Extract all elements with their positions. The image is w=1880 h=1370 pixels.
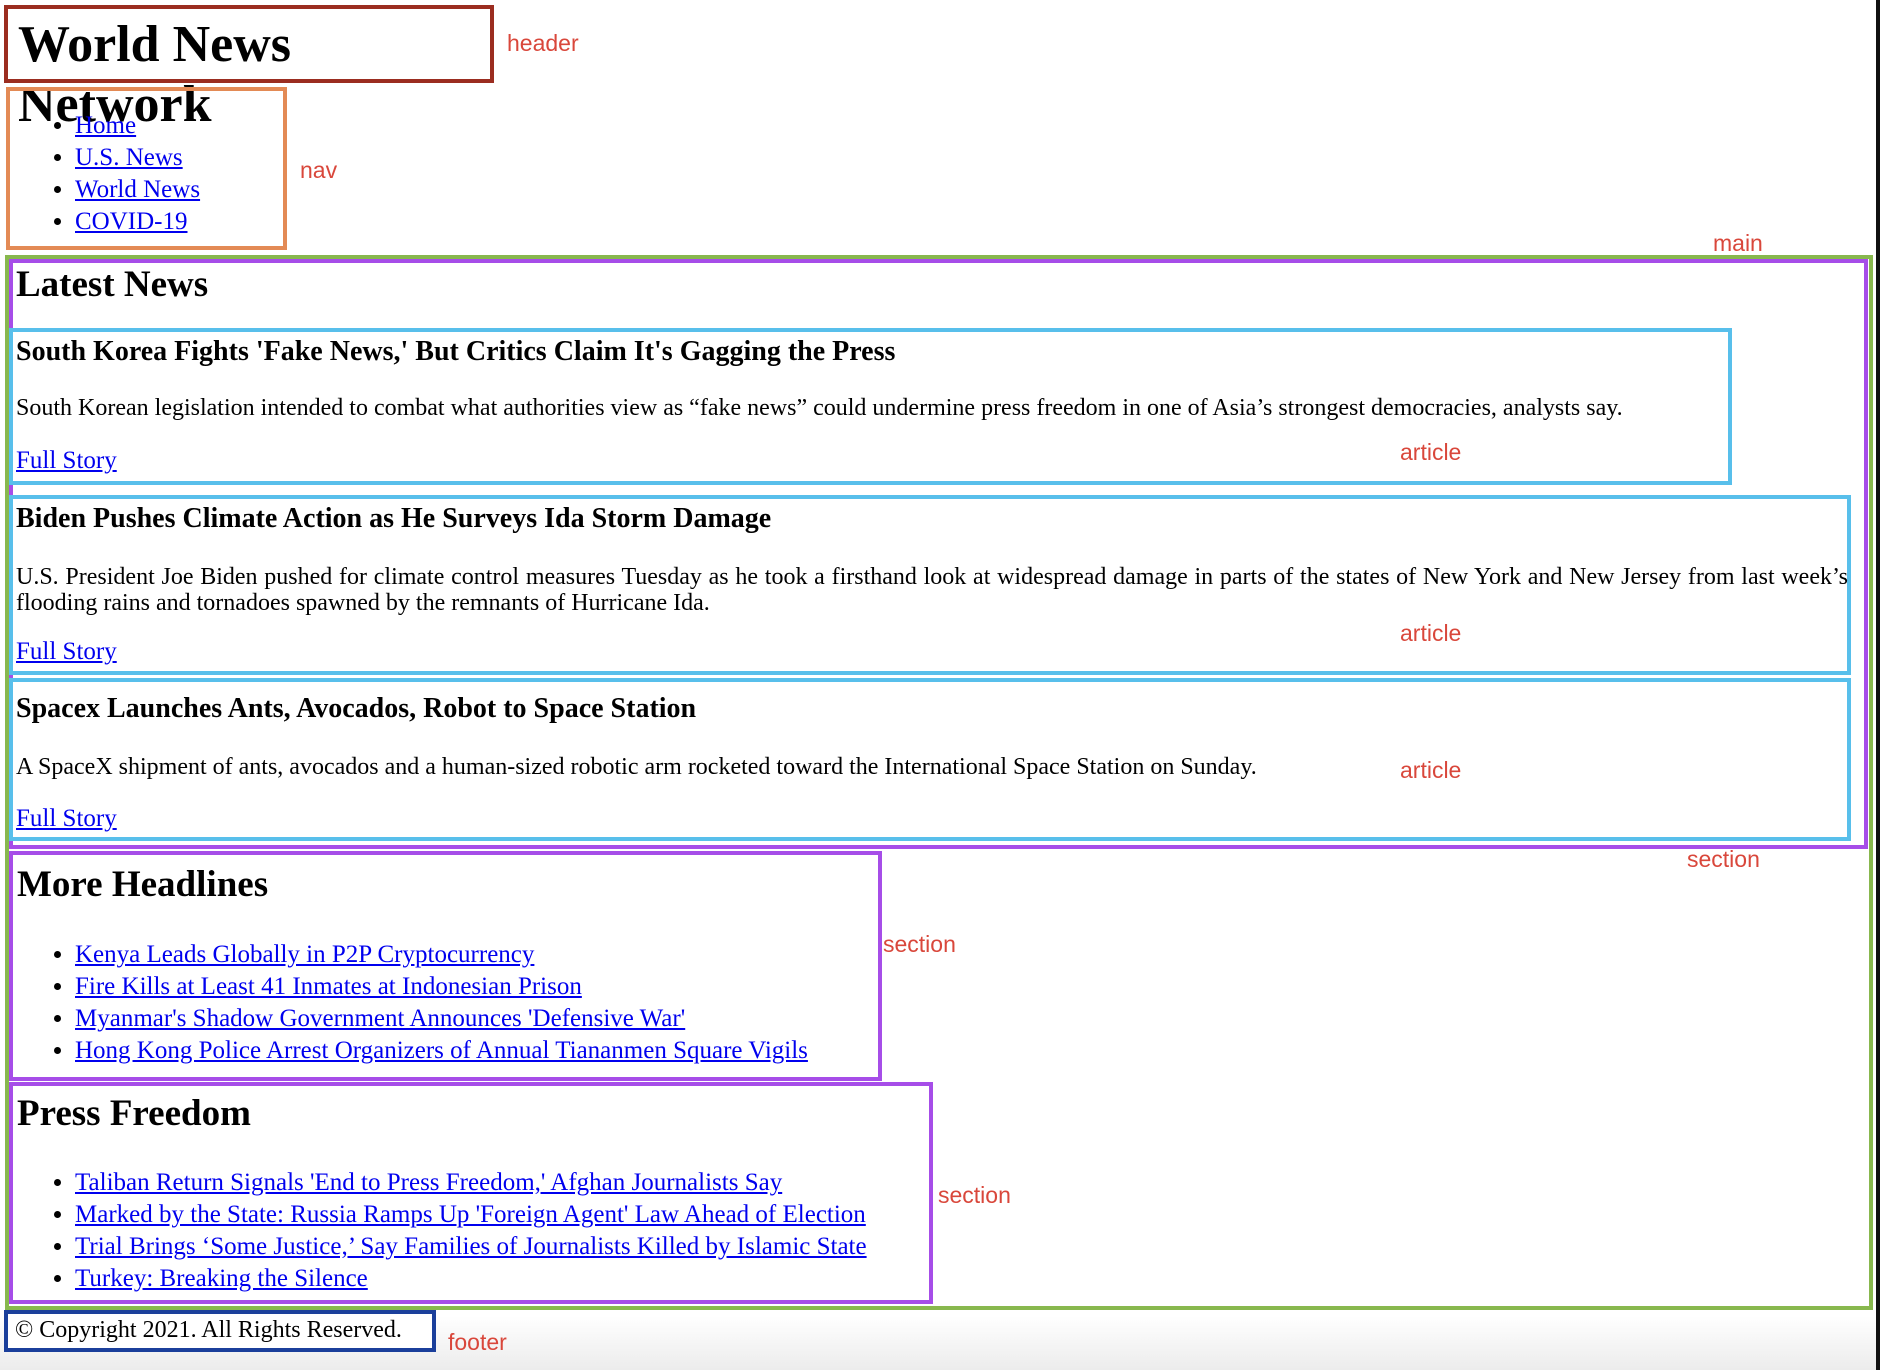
article-summary: A SpaceX shipment of ants, avocados and … <box>16 754 1257 780</box>
article-title: Biden Pushes Climate Action as He Survey… <box>16 503 772 534</box>
nav-link-covid[interactable]: COVID-19 <box>75 208 188 235</box>
section-label-press: section <box>938 1182 1011 1208</box>
article-summary: South Korean legislation intended to com… <box>16 395 1623 421</box>
headline-link[interactable]: Hong Kong Police Arrest Organizers of An… <box>75 1037 808 1064</box>
headline-item: Kenya Leads Globally in P2P Cryptocurren… <box>75 939 808 971</box>
article-summary: U.S. President Joe Biden pushed for clim… <box>16 564 1848 616</box>
nav: Home U.S. News World News COVID-19 <box>6 87 287 250</box>
section-label-more: section <box>883 931 956 957</box>
copyright-text: © Copyright 2021. All Rights Reserved. <box>15 1317 402 1343</box>
nav-link-home[interactable]: Home <box>75 112 136 139</box>
press-freedom-list: Taliban Return Signals 'End to Press Fre… <box>13 1167 867 1295</box>
press-item: Trial Brings ‘Some Justice,’ Say Familie… <box>75 1231 867 1263</box>
nav-item-home: Home <box>75 110 200 142</box>
header-label: header <box>507 30 579 56</box>
section-label-latest: section <box>1687 846 1760 872</box>
article-label-1: article <box>1400 439 1462 465</box>
article-title: Spacex Launches Ants, Avocados, Robot to… <box>16 693 697 724</box>
nav-link-us-news[interactable]: U.S. News <box>75 144 183 171</box>
nav-item-world-news: World News <box>75 174 200 206</box>
nav-item-covid: COVID-19 <box>75 206 200 238</box>
press-item: Taliban Return Signals 'End to Press Fre… <box>75 1167 867 1199</box>
headline-item: Myanmar's Shadow Government Announces 'D… <box>75 1003 808 1035</box>
more-headlines-heading: More Headlines <box>17 864 269 905</box>
article-2: Biden Pushes Climate Action as He Survey… <box>9 495 1851 675</box>
press-link[interactable]: Marked by the State: Russia Ramps Up 'Fo… <box>75 1201 866 1228</box>
main-label: main <box>1713 230 1763 256</box>
nav-item-us-news: U.S. News <box>75 142 200 174</box>
headline-link[interactable]: Myanmar's Shadow Government Announces 'D… <box>75 1005 685 1032</box>
header: World News Network <box>4 5 494 133</box>
nav-link-world-news[interactable]: World News <box>75 176 200 203</box>
section-press-freedom: Press Freedom Taliban Return Signals 'En… <box>9 1082 933 1304</box>
footer: © Copyright 2021. All Rights Reserved. <box>4 1310 436 1352</box>
headline-link[interactable]: Fire Kills at Least 41 Inmates at Indone… <box>75 973 582 1000</box>
article-title: South Korea Fights 'Fake News,' But Crit… <box>16 336 896 367</box>
headline-item: Fire Kills at Least 41 Inmates at Indone… <box>75 971 808 1003</box>
window-edge <box>1876 0 1880 1370</box>
press-link[interactable]: Taliban Return Signals 'End to Press Fre… <box>75 1169 782 1196</box>
section-more-headlines: More Headlines Kenya Leads Globally in P… <box>9 851 882 1081</box>
article-1: South Korea Fights 'Fake News,' But Crit… <box>9 328 1732 485</box>
press-item: Marked by the State: Russia Ramps Up 'Fo… <box>75 1199 867 1231</box>
more-headlines-list: Kenya Leads Globally in P2P Cryptocurren… <box>13 939 808 1067</box>
press-item: Turkey: Breaking the Silence <box>75 1263 867 1295</box>
press-freedom-heading: Press Freedom <box>17 1093 251 1134</box>
footer-label: footer <box>448 1329 507 1355</box>
full-story-link[interactable]: Full Story <box>16 446 117 476</box>
headline-item: Hong Kong Police Arrest Organizers of An… <box>75 1035 808 1067</box>
headline-link[interactable]: Kenya Leads Globally in P2P Cryptocurren… <box>75 941 534 968</box>
press-link[interactable]: Turkey: Breaking the Silence <box>75 1265 368 1292</box>
latest-news-heading: Latest News <box>16 264 209 305</box>
full-story-link[interactable]: Full Story <box>16 804 117 834</box>
nav-label: nav <box>300 157 338 183</box>
article-label-2: article <box>1400 620 1462 646</box>
article-label-3: article <box>1400 757 1462 783</box>
nav-list: Home U.S. News World News COVID-19 <box>10 110 200 238</box>
full-story-link[interactable]: Full Story <box>16 637 117 667</box>
article-3: Spacex Launches Ants, Avocados, Robot to… <box>9 678 1851 841</box>
press-link[interactable]: Trial Brings ‘Some Justice,’ Say Familie… <box>75 1233 867 1260</box>
